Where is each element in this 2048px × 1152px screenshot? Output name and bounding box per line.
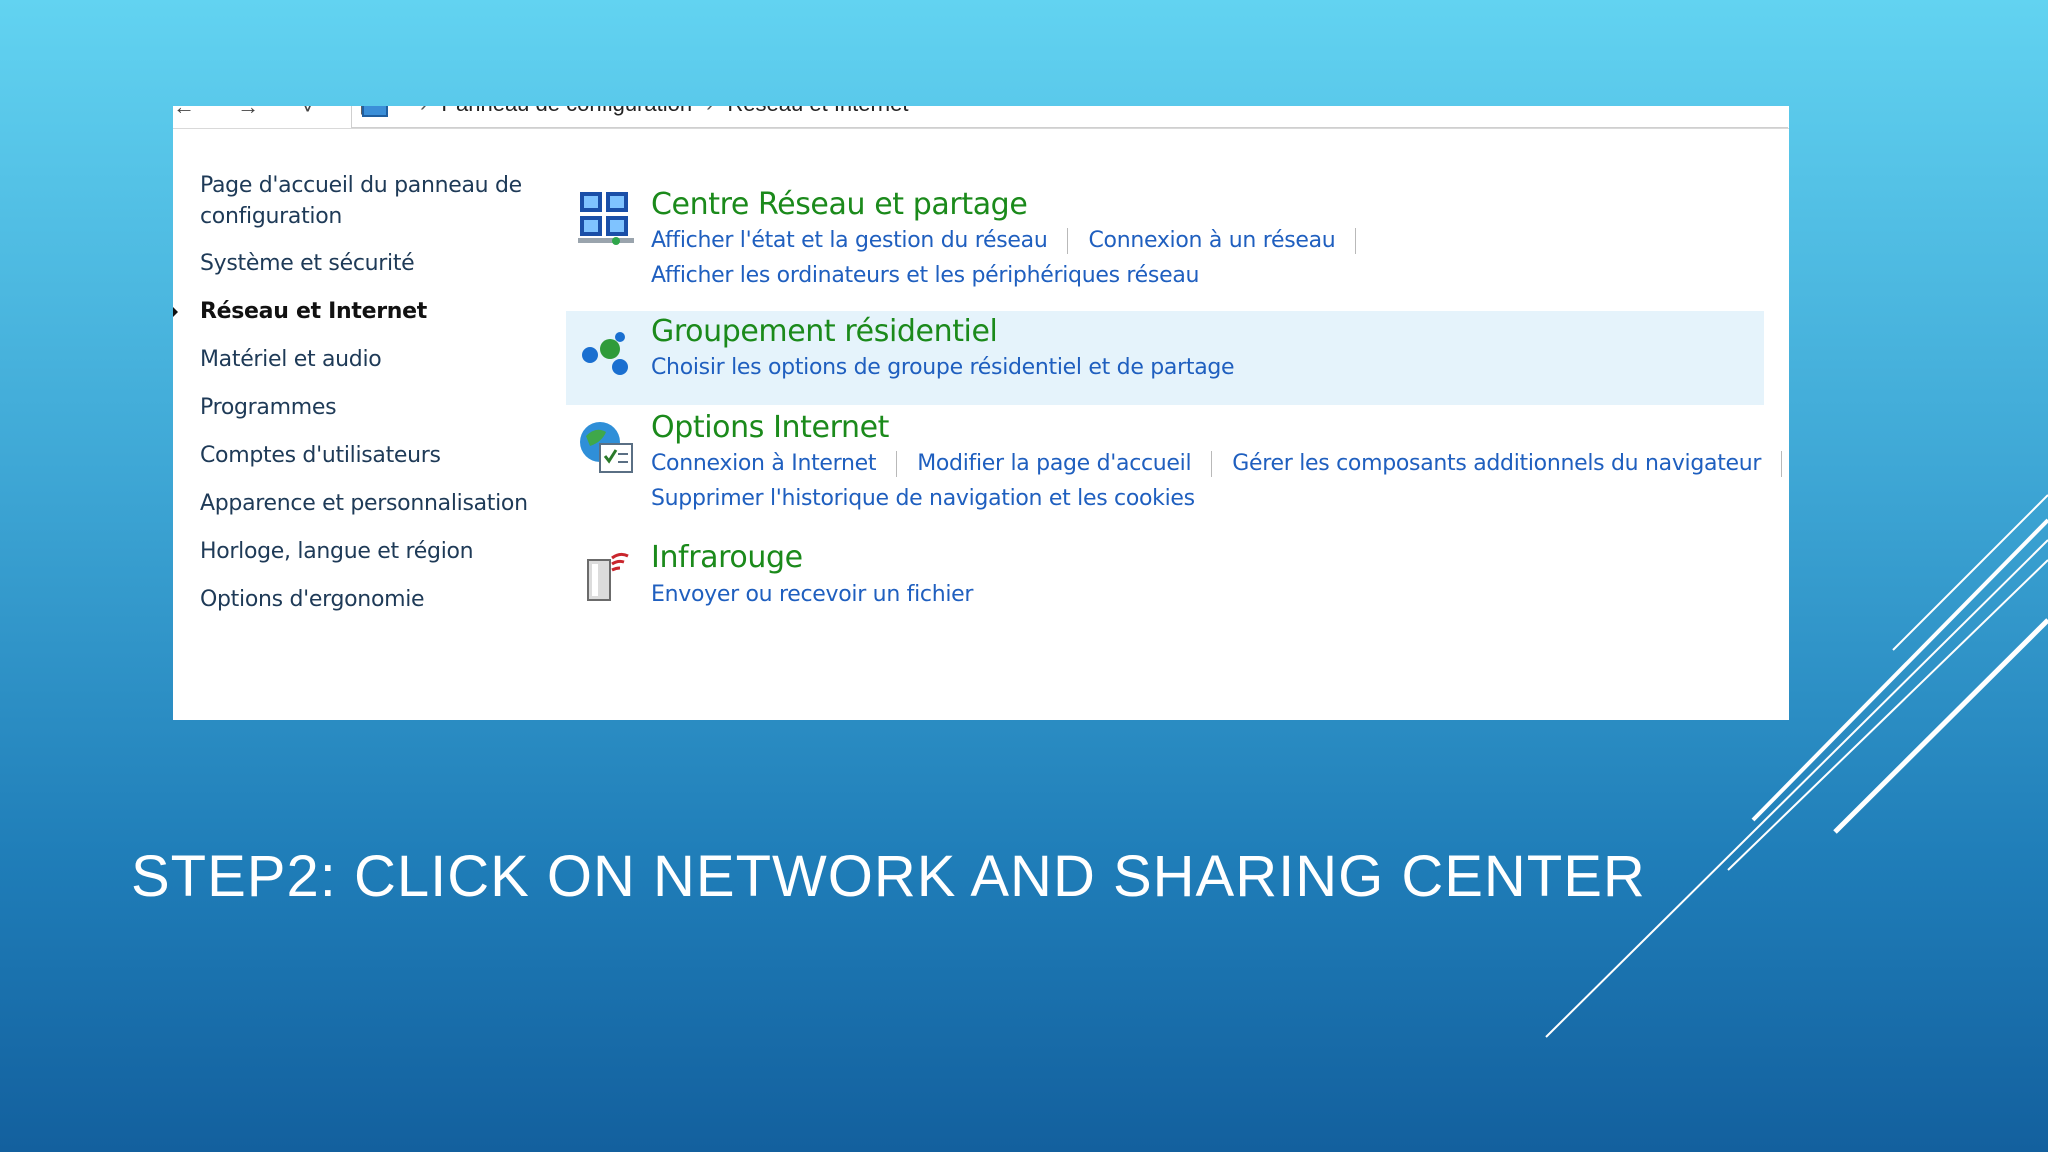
homegroup-icon bbox=[582, 332, 628, 375]
breadcrumb-network-internet[interactable]: Réseau et Internet bbox=[727, 106, 908, 116]
internet-options-links-row2: Supprimer l'historique de navigation et … bbox=[651, 486, 1195, 511]
network-center-links-row2: Afficher les ordinateurs et les périphér… bbox=[651, 263, 1199, 288]
internet-options-icon bbox=[580, 422, 633, 473]
sidebar-item-user-accounts[interactable]: Comptes d'utilisateurs bbox=[200, 440, 540, 471]
breadcrumb-separator: › bbox=[406, 106, 441, 116]
sidebar: Page d'accueil du panneau de configurati… bbox=[173, 170, 540, 632]
infrared-link[interactable]: Infrarouge bbox=[651, 540, 803, 575]
internet-options-link[interactable]: Options Internet bbox=[651, 410, 889, 445]
internet-options-links-row1: Connexion à Internet Modifier la page d'a… bbox=[651, 451, 1789, 477]
category-internet-options: Options Internet Connexion à Internet Mod… bbox=[566, 406, 1783, 526]
sidebar-item-system-security[interactable]: Système et sécurité bbox=[200, 248, 540, 279]
address-box[interactable]: ›Panneau de configuration›Réseau et Inte… bbox=[351, 106, 1788, 128]
infrared-icon bbox=[587, 552, 629, 601]
view-network-status-link[interactable]: Afficher l'état et la gestion du réseau bbox=[651, 228, 1048, 253]
link-divider bbox=[1355, 228, 1357, 254]
breadcrumb: ›Panneau de configuration›Réseau et Inte… bbox=[406, 106, 908, 117]
sidebar-item-appearance[interactable]: Apparence et personnalisation bbox=[200, 488, 540, 519]
link-divider bbox=[1781, 451, 1783, 477]
breadcrumb-control-panel[interactable]: Panneau de configuration bbox=[441, 106, 692, 116]
link-divider bbox=[1067, 228, 1069, 254]
network-center-link[interactable]: Centre Réseau et partage bbox=[651, 187, 1028, 222]
category-network-center: Centre Réseau et partage Afficher l'état… bbox=[566, 176, 1764, 296]
link-divider bbox=[896, 451, 898, 477]
link-divider bbox=[1211, 451, 1213, 477]
breadcrumb-separator: › bbox=[692, 106, 727, 116]
control-panel-screenshot: ← → ˅ ↑ ›Panneau de configuration›Réseau… bbox=[173, 106, 1789, 720]
delete-history-link[interactable]: Supprimer l'historique de navigation et … bbox=[651, 486, 1195, 511]
send-receive-file-link[interactable]: Envoyer ou recevoir un fichier bbox=[651, 582, 973, 607]
network-center-links-row1: Afficher l'état et la gestion du réseau C… bbox=[651, 228, 1376, 254]
infrared-links-row1: Envoyer ou recevoir un fichier bbox=[651, 582, 973, 607]
view-network-computers-link[interactable]: Afficher les ordinateurs et les périphér… bbox=[651, 263, 1199, 288]
homegroup-links-row1: Choisir les options de groupe résidentie… bbox=[651, 355, 1235, 380]
homegroup-link[interactable]: Groupement résidentiel bbox=[651, 314, 998, 349]
network-center-icon bbox=[578, 192, 634, 245]
sidebar-item-programs[interactable]: Programmes bbox=[200, 392, 540, 423]
slide-title: STEP2: CLICK ON NETWORK AND SHARING CENT… bbox=[131, 844, 1646, 909]
category-homegroup: Groupement résidentiel Choisir les optio… bbox=[566, 311, 1764, 405]
category-infrared: Infrarouge Envoyer ou recevoir un fichie… bbox=[566, 536, 1764, 626]
manage-addons-link[interactable]: Gérer les composants additionnels du nav… bbox=[1232, 451, 1761, 476]
sidebar-item-ease-of-access[interactable]: Options d'ergonomie bbox=[200, 584, 540, 615]
sidebar-item-hardware-sound[interactable]: Matériel et audio bbox=[200, 344, 540, 375]
homegroup-options-link[interactable]: Choisir les options de groupe résidentie… bbox=[651, 355, 1235, 380]
sidebar-item-clock-region[interactable]: Horloge, langue et région bbox=[200, 536, 540, 567]
change-homepage-link[interactable]: Modifier la page d'accueil bbox=[917, 451, 1191, 476]
address-bar: ← → ˅ ↑ ›Panneau de configuration›Réseau… bbox=[173, 106, 1789, 129]
internet-connection-link[interactable]: Connexion à Internet bbox=[651, 451, 877, 476]
connect-to-network-link[interactable]: Connexion à un réseau bbox=[1088, 228, 1335, 253]
computer-icon bbox=[362, 106, 388, 117]
sidebar-item-home[interactable]: Page d'accueil du panneau de configurati… bbox=[200, 170, 540, 232]
sidebar-item-network-internet[interactable]: Réseau et Internet bbox=[173, 296, 540, 327]
